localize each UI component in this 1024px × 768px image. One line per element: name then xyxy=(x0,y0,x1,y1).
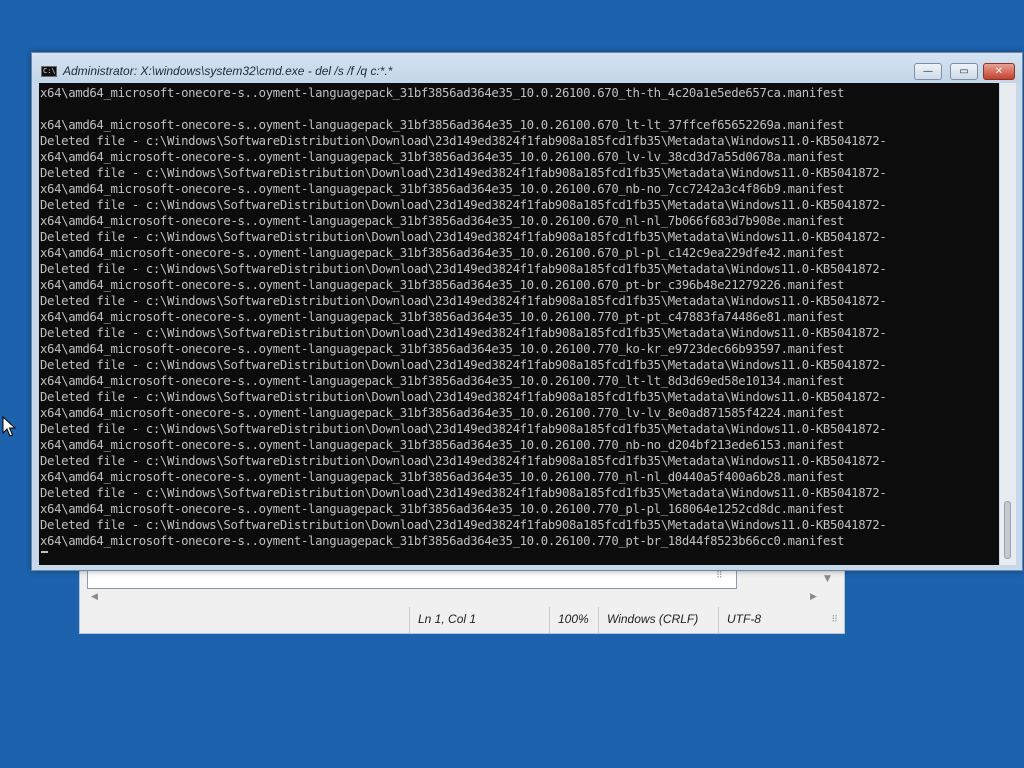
vertical-scrollbar[interactable] xyxy=(1000,83,1016,565)
console-line: x64\amd64_microsoft-onecore-s..oyment-la… xyxy=(40,534,845,548)
console-line: x64\amd64_microsoft-onecore-s..oyment-la… xyxy=(40,406,845,420)
console-line: Deleted file - c:\Windows\SoftwareDistri… xyxy=(40,134,887,148)
console-line: x64\amd64_microsoft-onecore-s..oyment-la… xyxy=(40,150,845,164)
notepad-window: ⠿ ▼ ◀ ▶ Ln 1, Col 1 100% Windows (CRLF) … xyxy=(79,560,845,634)
scrollbar-thumb[interactable] xyxy=(1004,501,1011,559)
console-line: Deleted file - c:\Windows\SoftwareDistri… xyxy=(40,486,887,500)
status-cursor-position: Ln 1, Col 1 xyxy=(409,607,549,633)
minimize-button[interactable]: — xyxy=(914,63,942,80)
maximize-button[interactable]: ▭ xyxy=(950,63,978,80)
console-line: Deleted file - c:\Windows\SoftwareDistri… xyxy=(40,390,887,404)
scroll-left-arrow-icon[interactable]: ◀ xyxy=(91,592,98,602)
console-line: x64\amd64_microsoft-onecore-s..oyment-la… xyxy=(40,342,845,356)
console-line: Deleted file - c:\Windows\SoftwareDistri… xyxy=(40,358,887,372)
console-line: Deleted file - c:\Windows\SoftwareDistri… xyxy=(40,294,887,308)
console-line: x64\amd64_microsoft-onecore-s..oyment-la… xyxy=(40,214,845,228)
status-line-ending: Windows (CRLF) xyxy=(598,607,718,633)
console-line: x64\amd64_microsoft-onecore-s..oyment-la… xyxy=(40,470,845,484)
console-line: Deleted file - c:\Windows\SoftwareDistri… xyxy=(40,166,887,180)
window-title: Administrator: X:\windows\system32\cmd.e… xyxy=(63,64,393,78)
console-line: x64\amd64_microsoft-onecore-s..oyment-la… xyxy=(40,246,845,260)
scroll-right-arrow-icon[interactable]: ▶ xyxy=(810,592,817,602)
text-cursor xyxy=(41,551,48,553)
console-line: Deleted file - c:\Windows\SoftwareDistri… xyxy=(40,262,887,276)
console-line: Deleted file - c:\Windows\SoftwareDistri… xyxy=(40,230,887,244)
console-line: x64\amd64_microsoft-onecore-s..oyment-la… xyxy=(40,118,845,132)
console-output[interactable]: x64\amd64_microsoft-onecore-s..oyment-la… xyxy=(39,83,999,565)
console-line: Deleted file - c:\Windows\SoftwareDistri… xyxy=(40,198,887,212)
console-line: x64\amd64_microsoft-onecore-s..oyment-la… xyxy=(40,182,845,196)
status-encoding: UTF-8 xyxy=(718,607,828,633)
scroll-down-arrow-icon[interactable]: ▼ xyxy=(824,574,831,584)
console-line: x64\amd64_microsoft-onecore-s..oyment-la… xyxy=(40,502,845,516)
status-zoom: 100% xyxy=(549,607,598,633)
close-button[interactable]: ✕ xyxy=(983,63,1015,80)
console-line: x64\amd64_microsoft-onecore-s..oyment-la… xyxy=(40,310,845,324)
console-line: x64\amd64_microsoft-onecore-s..oyment-la… xyxy=(40,374,845,388)
console-line: Deleted file - c:\Windows\SoftwareDistri… xyxy=(40,422,887,436)
cmd-window: C:\ Administrator: X:\windows\system32\c… xyxy=(31,52,1023,571)
console-line: x64\amd64_microsoft-onecore-s..oyment-la… xyxy=(40,278,845,292)
console-line: Deleted file - c:\Windows\SoftwareDistri… xyxy=(40,326,887,340)
mouse-pointer-icon xyxy=(2,416,16,437)
console-text: x64\amd64_microsoft-onecore-s..oyment-la… xyxy=(40,85,887,549)
horizontal-scrollbar[interactable]: ◀ ▶ xyxy=(87,591,827,607)
console-line: Deleted file - c:\Windows\SoftwareDistri… xyxy=(40,454,887,468)
notepad-status-bar: Ln 1, Col 1 100% Windows (CRLF) UTF-8 ⠿ xyxy=(80,607,844,633)
resize-grip-icon: ⠿ xyxy=(716,571,723,581)
resize-grip-icon[interactable]: ⠿ xyxy=(831,615,838,625)
console-line: x64\amd64_microsoft-onecore-s..oyment-la… xyxy=(40,438,845,452)
console-line: x64\amd64_microsoft-onecore-s..oyment-la… xyxy=(40,86,845,100)
command-prompt-icon: C:\ xyxy=(41,66,57,77)
cmd-title-bar[interactable]: C:\ Administrator: X:\windows\system32\c… xyxy=(32,53,1022,83)
console-line: Deleted file - c:\Windows\SoftwareDistri… xyxy=(40,518,887,532)
